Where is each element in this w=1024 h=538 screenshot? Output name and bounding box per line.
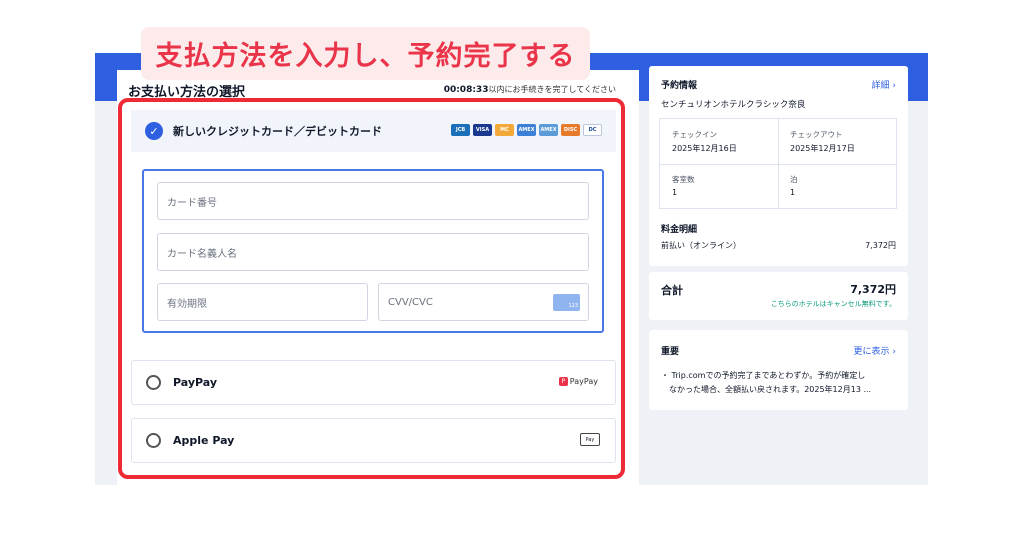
instruction-banner: 支払方法を入力し、予約完了する (141, 27, 590, 80)
show-more-link[interactable]: 更に表示 › (854, 344, 896, 357)
checkout-value: 2025年12月17日 (790, 144, 855, 153)
payment-timer: 00:08:33以内にお手続きを完了してください (444, 84, 616, 95)
timer-suffix: 以内にお手続きを完了してください (488, 85, 616, 94)
checkin-value: 2025年12月16日 (672, 144, 737, 153)
prepay-label: 前払い（オンライン） (661, 241, 741, 250)
prepay-value: 7,372円 (865, 241, 896, 250)
nights-value: 1 (790, 188, 796, 197)
reservation-grid: チェックイン 2025年12月16日 チェックアウト 2025年12月17日 客… (659, 118, 897, 209)
screenshot-stage: お支払い方法の選択 00:08:33以内にお手続きを完了してください ✓ 新しい… (0, 0, 1024, 538)
highlight-frame (118, 98, 625, 479)
grid-divider (660, 164, 896, 165)
important-text-2: なかった場合、全額払い戻されます。2025年12月13 ... (661, 385, 872, 394)
rooms-label: 客室数 (672, 175, 695, 184)
important-text-1: ・ Trip.comでの予約完了まであとわずか。予約が確定し (661, 371, 866, 380)
reservation-card: 予約情報 詳細 › センチュリオンホテルクラシック奈良 チェックイン 2025年… (649, 66, 908, 266)
important-title: 重要 (661, 347, 680, 357)
rooms-value: 1 (672, 188, 678, 197)
important-card: 重要 更に表示 › ・ Trip.comでの予約完了まであとわずか。予約が確定し… (649, 330, 908, 410)
breakdown-title: 料金明細 (661, 225, 698, 235)
cancel-note: こちらのホテルはキャンセル無料です。 (770, 300, 896, 308)
checkin-label: チェックイン (672, 130, 717, 139)
total-value: 7,372円 (850, 283, 896, 296)
total-card: 合計 7,372円 こちらのホテルはキャンセル無料です。 (649, 272, 908, 320)
hotel-name: センチュリオンホテルクラシック奈良 (661, 100, 806, 110)
reservation-title: 予約情報 (661, 81, 698, 91)
checkout-label: チェックアウト (790, 130, 843, 139)
details-link[interactable]: 詳細 › (872, 78, 896, 91)
timer-value: 00:08:33 (443, 85, 489, 95)
nights-label: 泊 (790, 175, 798, 184)
total-label: 合計 (661, 284, 683, 297)
